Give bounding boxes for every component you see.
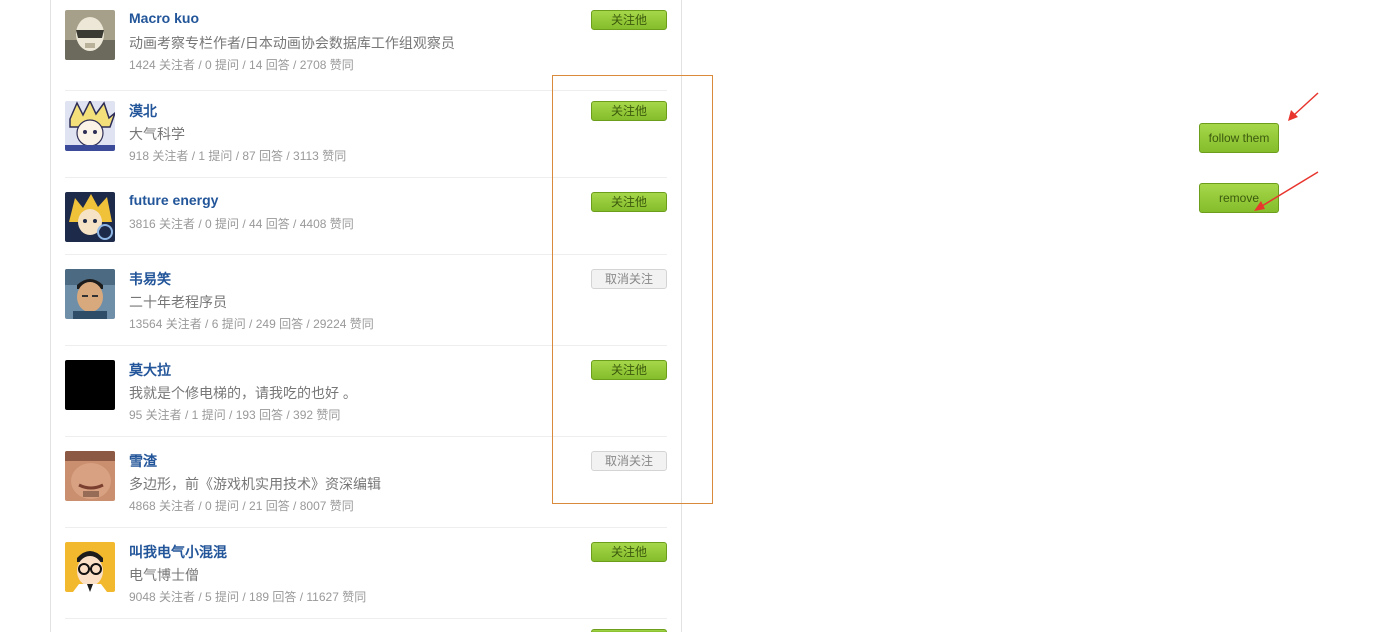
user-stats: 4868 关注者 / 0 提问 / 21 回答 / 8007 赞同 [129,499,354,513]
user-bio: 动画考察专栏作者/日本动画协会数据库工作组观察员 [129,35,455,51]
highlight-box [552,75,713,504]
avatar[interactable] [65,542,115,592]
avatar[interactable] [65,360,115,410]
user-name[interactable]: 韦易笑 [129,269,171,289]
user-name[interactable]: 雪渣 [129,451,157,471]
list-item: 叫我电气小混混 电气博士僧 9048 关注者 / 5 提问 / 189 回答 /… [65,542,667,619]
red-arrow-icon [1293,92,1319,116]
user-stats: 3816 关注者 / 0 提问 / 44 回答 / 4408 赞同 [129,217,354,231]
user-stats: 13564 关注者 / 6 提问 / 249 回答 / 29224 赞同 [129,317,374,331]
remove-button[interactable]: remove [1199,183,1279,213]
user-bio: 大气科学 [129,126,185,142]
user-stats: 9048 关注者 / 5 提问 / 189 回答 / 11627 赞同 [129,590,367,604]
avatar[interactable] [65,269,115,319]
user-name[interactable]: 漠北 [129,101,157,121]
user-stats: 95 关注者 / 1 提问 / 193 回答 / 392 赞同 [129,408,341,422]
avatar[interactable] [65,451,115,501]
user-name[interactable]: future energy [129,192,218,208]
follow-button[interactable]: 关注他 [591,542,667,562]
user-name[interactable]: 叫我电气小混混 [129,542,227,562]
user-bio: 我就是个修电梯的，请我吃的也好 。 [129,385,357,401]
follow-them-button[interactable]: follow them [1199,123,1279,153]
avatar[interactable] [65,101,115,151]
user-bio: 二十年老程序员 [129,294,227,310]
user-bio: 电气博士僧 [129,567,199,583]
avatar[interactable] [65,192,115,242]
user-name[interactable]: Macro kuo [129,10,199,26]
avatar[interactable] [65,10,115,60]
user-bio: 多边形，前《游戏机实用技术》资深编辑 [129,476,381,492]
user-stats: 918 关注者 / 1 提问 / 87 回答 / 3113 赞同 [129,149,347,163]
follow-button[interactable]: 关注他 [591,10,667,30]
user-stats: 1424 关注者 / 0 提问 / 14 回答 / 2708 赞同 [129,58,354,72]
user-name[interactable]: 莫大拉 [129,360,171,380]
